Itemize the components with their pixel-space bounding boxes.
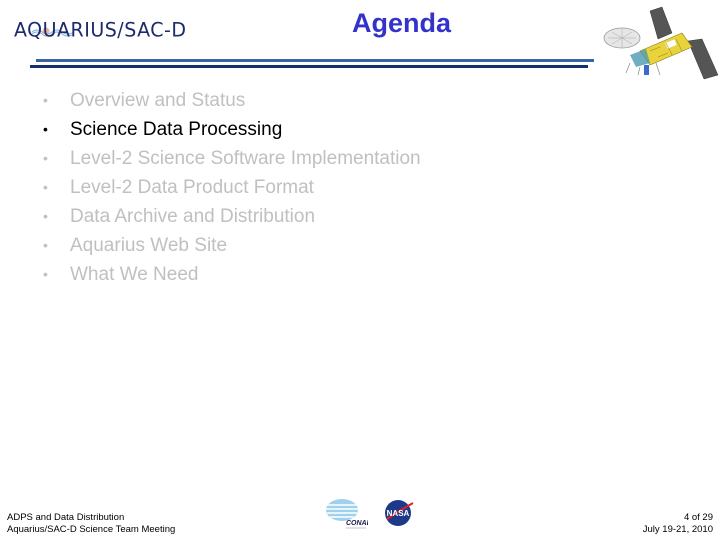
footer-presentation-title: ADPS and Data Distribution <box>7 512 125 523</box>
bullet: • <box>43 179 48 195</box>
footer-meeting-name: Aquarius/SAC-D Science Team Meeting <box>7 524 176 535</box>
agenda-item-label: Science Data Processing <box>70 119 283 140</box>
footer-right: 4 of 29 July 19-21, 2010 <box>643 512 713 536</box>
conae-logo-text: CONAE <box>346 520 368 527</box>
title-rule-light <box>36 59 594 62</box>
conae-logo-icon: CONAE <box>326 499 368 529</box>
agenda-item-label: Overview and Status <box>70 90 246 111</box>
agenda-item-label: Level-2 Data Product Format <box>70 177 314 198</box>
meeting-date: July 19-21, 2010 <box>642 524 713 535</box>
aquarius-sacd-logo: AQUARIUS/SAC-D <box>14 17 187 43</box>
title-rule-dark <box>30 65 588 68</box>
agenda-item-label: Data Archive and Distribution <box>70 206 316 227</box>
bullet: • <box>43 150 48 166</box>
nasa-logo-text: NASA <box>387 509 410 518</box>
page-number: 4 of 29 <box>683 512 713 523</box>
bullet: • <box>43 121 48 137</box>
footer-left: ADPS and Data Distribution Aquarius/SAC-… <box>7 512 175 536</box>
logo-text: AQUARIUS/SAC-D <box>14 18 187 42</box>
bullet: • <box>43 208 48 224</box>
bullet: • <box>43 92 48 108</box>
slide-title: Agenda <box>352 8 452 38</box>
bullet: • <box>43 266 48 282</box>
satellite-icon <box>603 6 719 80</box>
agenda-item-label: What We Need <box>70 264 199 285</box>
agenda-item-label: Level-2 Science Software Implementation <box>70 148 421 169</box>
bullet: • <box>43 237 48 253</box>
agenda-item-label: Aquarius Web Site <box>70 235 228 256</box>
nasa-logo-icon: NASA <box>385 500 414 526</box>
